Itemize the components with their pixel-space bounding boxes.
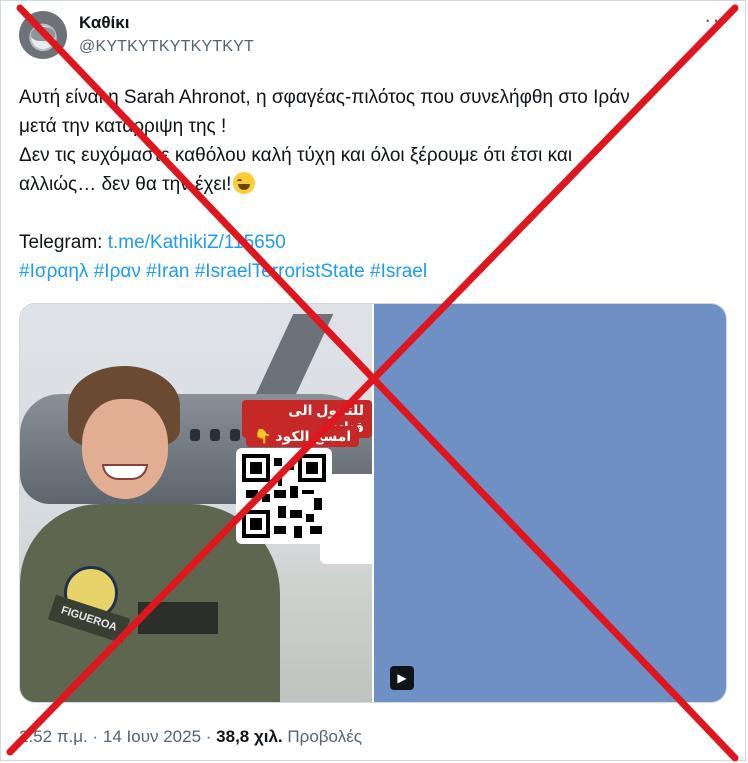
views-label: Προβολές <box>282 727 362 746</box>
grinning-squinting-emoji-icon <box>233 172 256 194</box>
avatar-image <box>31 27 55 41</box>
wings-badge <box>138 602 218 634</box>
tweet-time[interactable]: 2:52 π.μ. <box>19 727 88 746</box>
more-options-icon[interactable]: ··· <box>704 7 729 33</box>
hashtag-link[interactable]: #Israel <box>370 261 427 282</box>
tweet-date[interactable]: 14 Ιουν 2025 <box>103 727 201 746</box>
author-display-name[interactable]: Καθίκι <box>79 13 129 33</box>
hashtag-link[interactable]: #Ιραν <box>94 261 141 282</box>
views-count: 38,8 χιλ. <box>216 727 283 746</box>
tweet-line: αλλιώς… δεν θα την έχει! <box>19 170 731 199</box>
tweet-line: Δεν τις ευχόμαστε καθόλου καλή τύχη και … <box>19 145 573 166</box>
tweet-line: Αυτή είναι η Sarah Ahronot, η σφαγέας-πι… <box>19 87 630 108</box>
tweet-text: Αυτή είναι η Sarah Ahronot, η σφαγέας-πι… <box>19 83 731 286</box>
hashtag-link[interactable]: #Iran <box>146 261 189 282</box>
aircraft-window <box>190 429 200 441</box>
tweet-line: μετά την κατάρριψη της ! <box>19 116 227 137</box>
hashtag-link[interactable]: #Ισραηλ <box>19 261 88 282</box>
media-container[interactable]: FIGUEROA للتحول الى قناتنا امسح الكود 👇 <box>19 303 727 703</box>
meta-separator: · <box>87 727 103 746</box>
telegram-label: Telegram: <box>19 232 108 253</box>
aircraft-window <box>210 429 220 441</box>
telegram-link[interactable]: t.me/KathikiZ/115650 <box>108 232 286 253</box>
hashtag-link[interactable]: #IsraelTerroristState <box>195 261 365 282</box>
meta-separator: · <box>201 727 217 746</box>
tweet-meta: 2:52 π.μ. · 14 Ιουν 2025 · 38,8 χιλ. Προ… <box>19 727 362 747</box>
author-handle[interactable]: @KYTKYTKYTKYTKYT <box>79 38 254 56</box>
tweet-card: Καθίκι @KYTKYTKYTKYTKYT ··· Αυτή είναι η… <box>0 0 746 761</box>
qr-code-icon <box>236 448 332 544</box>
face <box>82 399 168 499</box>
video-thumbnail[interactable]: ▶ <box>374 304 726 702</box>
hashtags-line: #Ισραηλ #Ιραν #Iran #IsraelTerroristStat… <box>19 257 731 286</box>
aircraft-window <box>230 429 240 441</box>
photo-pilot[interactable]: FIGUEROA للتحول الى قناتنا امسح الكود 👇 <box>20 304 372 702</box>
avatar[interactable] <box>19 11 67 59</box>
promo-overlay-line2: امسح الكود 👇 <box>246 426 360 447</box>
tweet-line-text: αλλιώς… δεν θα την έχει! <box>19 174 232 195</box>
play-icon[interactable]: ▶ <box>390 666 414 690</box>
telegram-line: Telegram: t.me/KathikiZ/115650 <box>19 228 731 257</box>
